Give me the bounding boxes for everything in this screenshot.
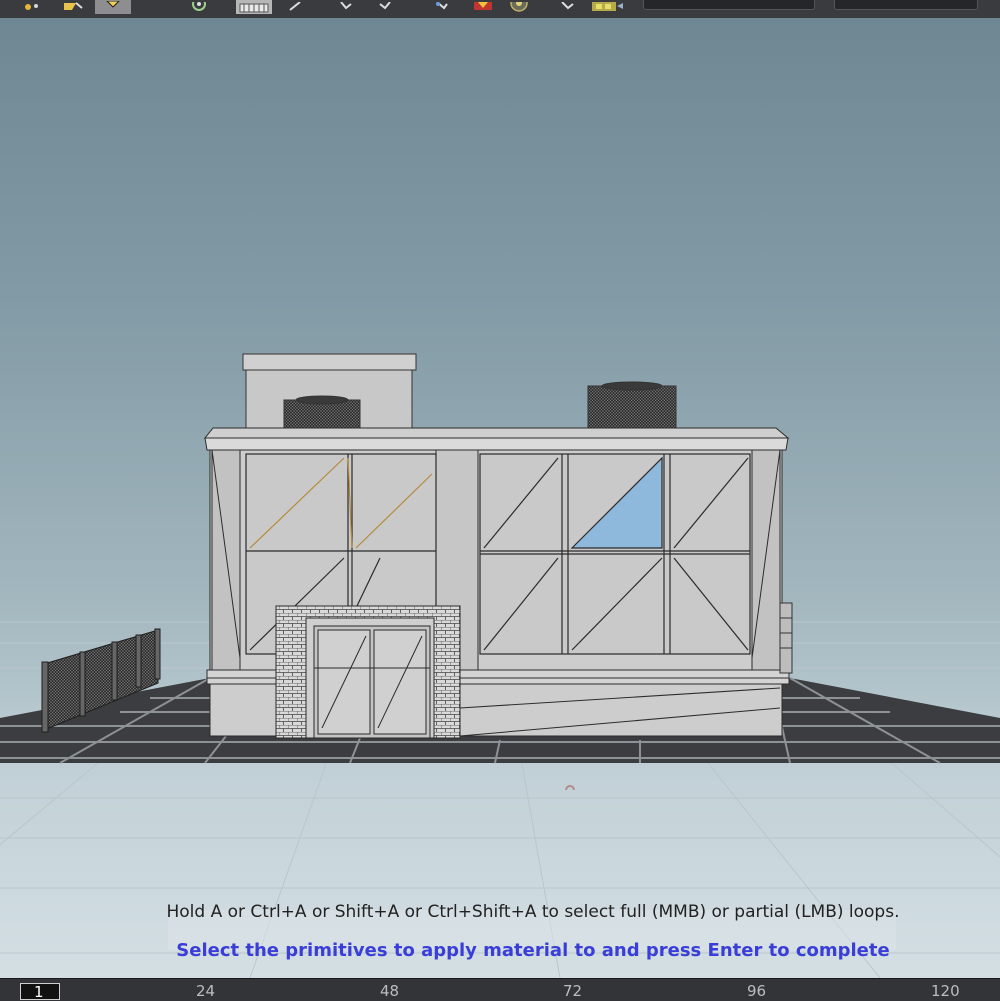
current-frame-field[interactable]: 1 [20, 983, 60, 1000]
timeline-tick: 48 [380, 982, 400, 1000]
timeline-tick: 72 [563, 982, 583, 1000]
timeline-tick: 120 [931, 982, 960, 1000]
3d-viewport[interactable] [0, 18, 1000, 978]
grid-icon[interactable] [236, 0, 272, 14]
timeline-tick: 96 [747, 982, 767, 1000]
camera-dropdown[interactable] [834, 0, 978, 10]
timeline-bar[interactable] [0, 978, 1000, 1001]
entrance [275, 605, 461, 739]
select-primitives-icon[interactable] [95, 0, 131, 14]
rooftop-structure [242, 353, 677, 431]
viewport-dropdown[interactable] [643, 0, 815, 10]
selection-hint: Hold A or Ctrl+A or Shift+A or Ctrl+Shif… [166, 902, 900, 922]
camera-icon[interactable] [506, 0, 532, 13]
scene-view[interactable] [0, 18, 1000, 978]
snap-icon[interactable] [187, 0, 211, 13]
arrow-icon[interactable] [560, 0, 576, 13]
select-points-icon[interactable] [22, 0, 42, 13]
rotate-icon[interactable] [378, 0, 392, 13]
select-edges-icon[interactable] [60, 0, 84, 13]
pointer-icon[interactable] [434, 0, 450, 13]
render-icon[interactable] [472, 0, 494, 13]
viewport-toolbar [0, 0, 1000, 19]
timeline-tick: 24 [196, 982, 216, 1000]
world-origin [565, 785, 575, 791]
move-icon[interactable] [338, 0, 354, 13]
display-icon[interactable] [590, 0, 626, 13]
tool-icon[interactable] [288, 0, 302, 13]
tool-status-prompt: Select the primitives to apply material … [176, 940, 890, 961]
side-column [779, 602, 793, 674]
